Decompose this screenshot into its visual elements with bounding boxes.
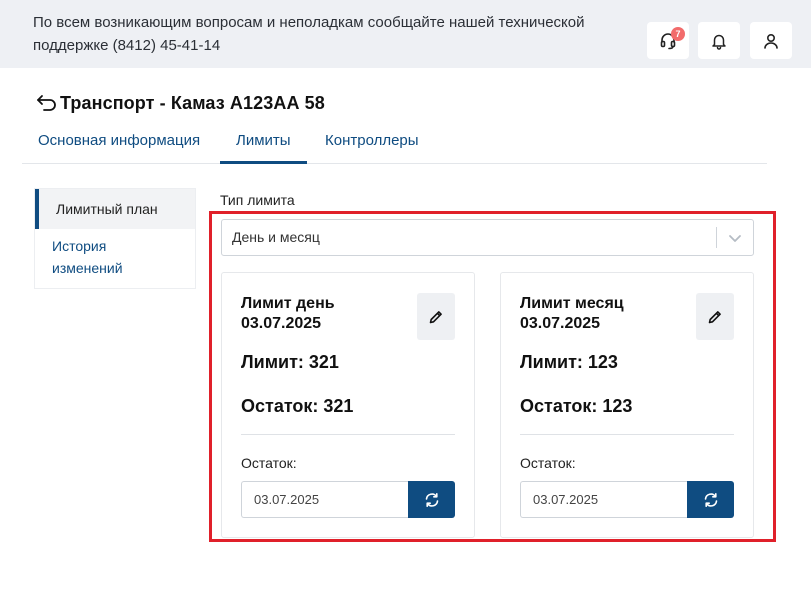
sidebar-item-limit-plan[interactable]: Лимитный план <box>35 189 195 229</box>
support-badge: 7 <box>671 27 685 41</box>
tab-bar: Основная информация Лимиты Контроллеры <box>22 124 767 164</box>
highlight-frame <box>209 211 776 542</box>
sidebar-item-history[interactable]: История изменений <box>35 235 155 279</box>
tab-limits[interactable]: Лимиты <box>220 124 307 164</box>
tab-main-info[interactable]: Основная информация <box>22 124 216 164</box>
bell-icon <box>710 32 728 50</box>
support-notice: По всем возникающим вопросам и неполадка… <box>33 14 585 54</box>
support-button[interactable]: 7 <box>647 22 689 59</box>
notifications-button[interactable] <box>698 22 740 59</box>
limit-type-label: Тип лимита <box>220 192 295 208</box>
limits-sidebar: Лимитный план История изменений <box>34 188 196 289</box>
page-title: Транспорт - Камаз А123АА 58 <box>60 92 325 113</box>
user-icon <box>762 32 780 50</box>
top-bar: По всем возникающим вопросам и неполадка… <box>0 0 811 68</box>
back-arrow-icon[interactable] <box>36 92 60 114</box>
tab-controllers[interactable]: Контроллеры <box>309 124 435 164</box>
page-header: Транспорт - Камаз А123АА 58 <box>36 92 325 114</box>
profile-button[interactable] <box>750 22 792 59</box>
